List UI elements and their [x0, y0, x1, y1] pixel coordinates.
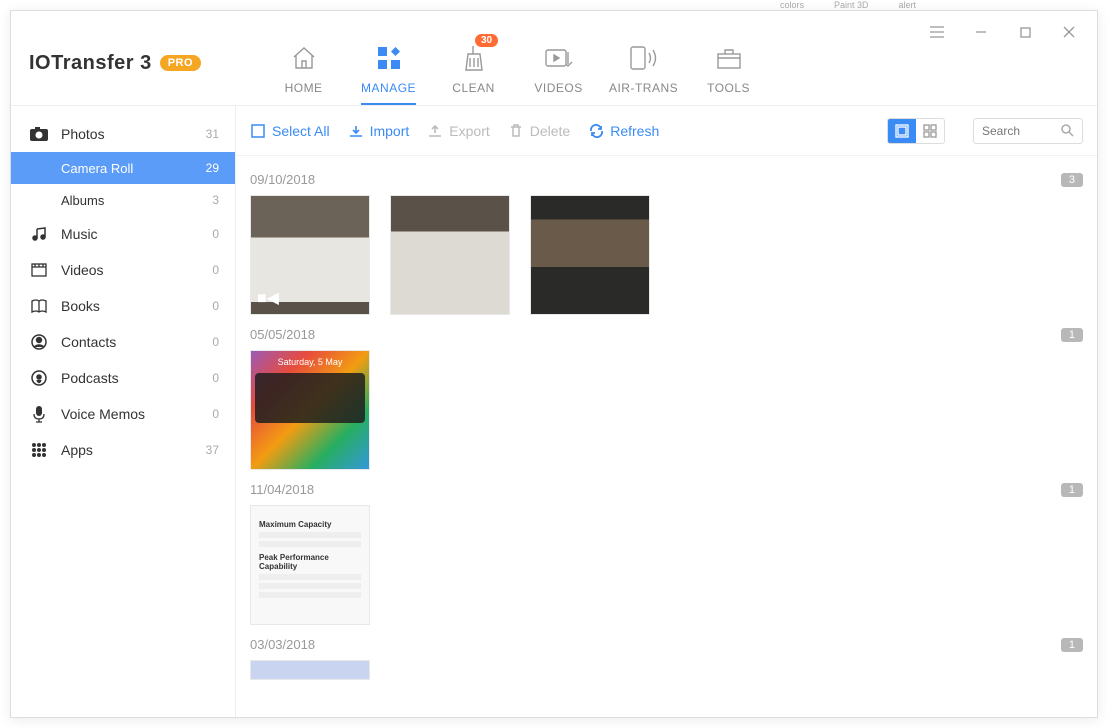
main-nav: HOME MANAGE 30 CLEAN VIDEOS	[261, 11, 771, 105]
search-box[interactable]	[973, 118, 1083, 144]
main-area: Photos 31 Camera Roll 29 Albums 3 Music …	[11, 106, 1097, 717]
header: IOTransfer 3 PRO HOME MANAGE 30	[11, 11, 1097, 106]
podcast-icon	[27, 370, 51, 386]
window-controls	[915, 17, 1091, 47]
sidebar-item-label: Books	[61, 298, 100, 314]
sidebar-item-books[interactable]: Books 0	[11, 288, 235, 324]
sidebar-item-count: 29	[206, 161, 219, 175]
sidebar-item-voice-memos[interactable]: Voice Memos 0	[11, 396, 235, 432]
nav-videos[interactable]: VIDEOS	[516, 40, 601, 105]
delete-button: Delete	[508, 123, 570, 139]
sidebar-item-label: Camera Roll	[61, 161, 133, 176]
view-thumb-grid[interactable]	[916, 119, 944, 143]
sidebar-item-count: 0	[212, 371, 219, 385]
date-group-header: 03/03/2018 1	[250, 637, 1083, 652]
sidebar-item-podcasts[interactable]: Podcasts 0	[11, 360, 235, 396]
checkbox-icon	[250, 123, 266, 139]
sidebar-item-label: Apps	[61, 442, 93, 458]
refresh-icon	[588, 123, 604, 139]
home-icon	[261, 40, 346, 75]
photo-thumbnail[interactable]: Maximum Capacity Peak Performance Capabi…	[250, 505, 370, 625]
clean-badge: 30	[475, 34, 498, 47]
apps-icon	[27, 442, 51, 458]
export-button: Export	[427, 123, 489, 139]
sidebar-item-videos[interactable]: Videos 0	[11, 252, 235, 288]
date-group-header: 11/04/2018 1	[250, 482, 1083, 497]
date-group-count: 1	[1061, 328, 1083, 342]
sidebar-item-label: Music	[61, 226, 98, 242]
sidebar-item-label: Contacts	[61, 334, 116, 350]
search-icon	[1061, 124, 1074, 137]
nav-home[interactable]: HOME	[261, 40, 346, 105]
refresh-button[interactable]: Refresh	[588, 123, 659, 139]
sidebar-item-count: 0	[212, 263, 219, 277]
trash-icon	[508, 123, 524, 139]
sidebar-item-count: 31	[206, 127, 219, 141]
date-group-count: 1	[1061, 638, 1083, 652]
close-button[interactable]	[1047, 17, 1091, 47]
sidebar-item-count: 0	[212, 335, 219, 349]
export-icon	[427, 123, 443, 139]
pro-badge: PRO	[160, 55, 201, 71]
import-button[interactable]: Import	[348, 123, 410, 139]
sidebar-item-albums[interactable]: Albums 3	[11, 184, 235, 216]
date-group-header: 05/05/2018 1	[250, 327, 1083, 342]
menu-button[interactable]	[915, 17, 959, 47]
sidebar-item-contacts[interactable]: Contacts 0	[11, 324, 235, 360]
photo-thumbnail[interactable]	[390, 195, 510, 315]
maximize-button[interactable]	[1003, 17, 1047, 47]
content-toolbar: Select All Import Export Delete Refresh	[236, 106, 1097, 156]
nav-clean[interactable]: 30 CLEAN	[431, 40, 516, 105]
logo: IOTransfer 3 PRO	[11, 11, 201, 105]
background-tabs: colors Paint 3D alert	[0, 0, 1108, 6]
contacts-icon	[27, 334, 51, 350]
sidebar-item-count: 0	[212, 407, 219, 421]
mic-icon	[27, 405, 51, 423]
sidebar-item-camera-roll[interactable]: Camera Roll 29	[11, 152, 235, 184]
clean-icon: 30	[431, 40, 516, 75]
photo-gallery[interactable]: 09/10/2018 3 ■◀ 05/05/2018 1 11/04/2018	[236, 156, 1097, 717]
sidebar-item-photos[interactable]: Photos 31	[11, 116, 235, 152]
sidebar-item-music[interactable]: Music 0	[11, 216, 235, 252]
sidebar-item-label: Videos	[61, 262, 104, 278]
sidebar: Photos 31 Camera Roll 29 Albums 3 Music …	[11, 106, 236, 717]
nav-airtrans[interactable]: AIR-TRANS	[601, 40, 686, 105]
nav-manage[interactable]: MANAGE	[346, 40, 431, 105]
sidebar-item-count: 3	[212, 193, 219, 207]
sidebar-item-label: Podcasts	[61, 370, 119, 386]
date-group-header: 09/10/2018 3	[250, 172, 1083, 187]
tools-icon	[686, 40, 771, 75]
date-group-count: 3	[1061, 173, 1083, 187]
view-thumb-large[interactable]	[888, 119, 916, 143]
sidebar-item-label: Photos	[61, 126, 105, 142]
sidebar-item-label: Voice Memos	[61, 406, 145, 422]
sidebar-item-apps[interactable]: Apps 37	[11, 432, 235, 468]
music-icon	[27, 226, 51, 242]
minimize-button[interactable]	[959, 17, 1003, 47]
nav-tools[interactable]: TOOLS	[686, 40, 771, 105]
photo-thumbnail[interactable]	[530, 195, 650, 315]
photo-thumbnail[interactable]: ■◀	[250, 195, 370, 315]
video-indicator-icon: ■◀	[257, 288, 279, 308]
sidebar-item-count: 37	[206, 443, 219, 457]
book-icon	[27, 299, 51, 313]
content: Select All Import Export Delete Refresh	[236, 106, 1097, 717]
app-window: IOTransfer 3 PRO HOME MANAGE 30	[10, 10, 1098, 718]
app-name: IOTransfer 3	[29, 52, 152, 75]
airtrans-icon	[601, 40, 686, 75]
film-icon	[27, 263, 51, 277]
import-icon	[348, 123, 364, 139]
videos-icon	[516, 40, 601, 75]
select-all-button[interactable]: Select All	[250, 123, 330, 139]
camera-icon	[27, 127, 51, 141]
view-toggle	[887, 118, 945, 144]
photo-thumbnail[interactable]	[250, 350, 370, 470]
sidebar-item-count: 0	[212, 227, 219, 241]
photo-thumbnail[interactable]	[250, 660, 370, 680]
search-input[interactable]	[982, 124, 1055, 138]
date-group-count: 1	[1061, 483, 1083, 497]
sidebar-item-count: 0	[212, 299, 219, 313]
sidebar-item-label: Albums	[61, 193, 104, 208]
manage-icon	[346, 40, 431, 75]
